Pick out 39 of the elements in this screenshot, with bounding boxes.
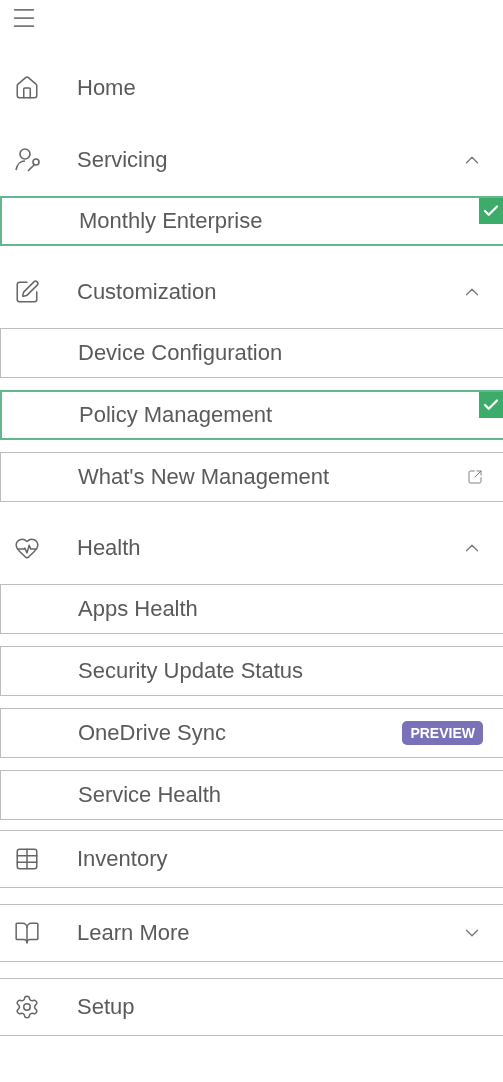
subitem-label: OneDrive Sync: [78, 720, 227, 746]
nav-subitem[interactable]: What's New Management: [0, 452, 503, 502]
nav-label: Setup: [77, 994, 136, 1020]
nav-label: Servicing: [77, 147, 169, 173]
nav-item[interactable]: Servicing: [0, 124, 503, 196]
subitem-label: Service Health: [78, 782, 223, 808]
nav-label: Learn More: [77, 920, 191, 946]
nav-icon: [14, 846, 40, 872]
nav-icon: [14, 75, 40, 101]
subitem-label: Apps Health: [78, 596, 199, 622]
nav-subitem[interactable]: Monthly Enterprise: [0, 196, 503, 246]
nav-item[interactable]: Setup: [0, 978, 503, 1036]
nav-icon: [14, 994, 40, 1020]
nav-icon: [14, 535, 40, 561]
subitem-label: Policy Management: [79, 402, 274, 428]
nav-item[interactable]: Home: [0, 52, 503, 124]
nav-subitem[interactable]: Security Update Status: [0, 646, 503, 696]
external-link-icon: [467, 469, 483, 485]
subitem-label: Security Update Status: [78, 658, 304, 684]
nav-item[interactable]: Customization: [0, 256, 503, 328]
nav-subitem[interactable]: Service Health: [0, 770, 503, 820]
nav-icon: [14, 146, 42, 174]
nav-icon: [14, 279, 40, 305]
subitem-label: Monthly Enterprise: [79, 208, 264, 234]
nav-label: Home: [77, 75, 137, 101]
preview-badge: PREVIEW: [402, 721, 483, 745]
nav-subitem[interactable]: OneDrive Sync PREVIEW: [0, 708, 503, 758]
nav-icon: [14, 920, 40, 946]
nav-subitem[interactable]: Device Configuration: [0, 328, 503, 378]
nav-subitem[interactable]: Policy Management: [0, 390, 503, 440]
nav-item[interactable]: Health: [0, 512, 503, 584]
subitem-label: What's New Management: [78, 464, 331, 490]
nav-label: Health: [77, 535, 142, 561]
nav-label: Customization: [77, 279, 218, 305]
subitem-label: Device Configuration: [78, 340, 284, 366]
nav-item[interactable]: Inventory: [0, 830, 503, 888]
nav-subitem[interactable]: Apps Health: [0, 584, 503, 634]
nav-label: Inventory: [77, 846, 169, 872]
nav-item[interactable]: Learn More: [0, 904, 503, 962]
